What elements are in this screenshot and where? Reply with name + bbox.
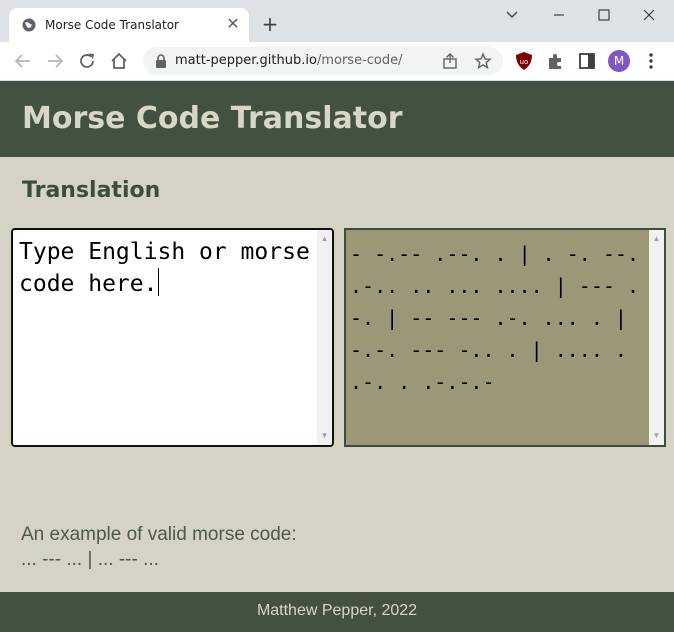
translation-input[interactable]: Type English or morse code here. ▲ ▼: [11, 228, 334, 447]
browser-toolbar: matt-pepper.github.io/morse-code/ uo M: [0, 42, 674, 81]
scroll-up-arrow-icon[interactable]: ▲: [649, 232, 664, 246]
address-bar[interactable]: matt-pepper.github.io/morse-code/: [143, 47, 503, 75]
minimize-icon[interactable]: [544, 4, 574, 26]
lock-icon[interactable]: [155, 54, 167, 68]
footer-credit: Matthew Pepper, 2022: [256, 602, 418, 619]
browser-tab[interactable]: Morse Code Translator ✕: [9, 8, 249, 42]
share-icon[interactable]: [441, 52, 459, 70]
globe-icon: [22, 18, 36, 32]
input-text[interactable]: Type English or morse code here.: [19, 236, 314, 300]
url-host: matt-pepper.github.io: [175, 53, 317, 68]
site-header: Morse Code Translator: [0, 81, 674, 157]
forward-arrow-icon[interactable]: [44, 50, 66, 72]
input-value: Type English or morse code here.: [19, 239, 310, 297]
input-scrollbar[interactable]: ▲ ▼: [317, 230, 332, 445]
output-scrollbar[interactable]: ▲ ▼: [649, 230, 664, 445]
tab-title: Morse Code Translator: [45, 18, 179, 32]
section-heading: Translation: [22, 178, 161, 203]
chevron-down-icon[interactable]: [497, 4, 527, 26]
ublock-icon[interactable]: uo: [514, 51, 534, 71]
browser-tab-strip: Morse Code Translator ✕ +: [0, 0, 674, 42]
page-title: Morse Code Translator: [22, 101, 403, 136]
new-tab-button[interactable]: +: [258, 12, 282, 36]
text-caret: [158, 268, 160, 296]
example-label: An example of valid morse code:: [21, 524, 297, 545]
puzzle-icon[interactable]: [545, 51, 565, 71]
scroll-down-arrow-icon[interactable]: ▼: [317, 429, 332, 443]
back-arrow-icon[interactable]: [12, 50, 34, 72]
url-path: /morse-code/: [316, 53, 403, 68]
tab-close-button[interactable]: ✕: [224, 16, 242, 34]
home-icon[interactable]: [108, 50, 130, 72]
reload-icon[interactable]: [76, 50, 98, 72]
translation-output[interactable]: - -.-- .--. . | . -. --. .-.. .. ... ...…: [344, 228, 666, 447]
site-footer: Matthew Pepper, 2022: [0, 592, 674, 632]
scroll-down-arrow-icon[interactable]: ▼: [649, 429, 664, 443]
star-icon[interactable]: [474, 52, 492, 70]
maximize-icon[interactable]: [589, 4, 619, 26]
close-icon[interactable]: [634, 4, 664, 26]
profile-avatar[interactable]: M: [608, 50, 630, 72]
output-text: - -.-- .--. . | . -. --. .-.. .. ... ...…: [350, 242, 639, 394]
url-text[interactable]: matt-pepper.github.io/morse-code/: [175, 53, 403, 68]
kebab-menu-icon[interactable]: [644, 50, 658, 72]
scroll-up-arrow-icon[interactable]: ▲: [317, 232, 332, 246]
svg-text:uo: uo: [520, 58, 529, 66]
side-panel-icon[interactable]: [577, 51, 597, 71]
example-code: ... --- ... | ... --- ...: [21, 549, 159, 570]
